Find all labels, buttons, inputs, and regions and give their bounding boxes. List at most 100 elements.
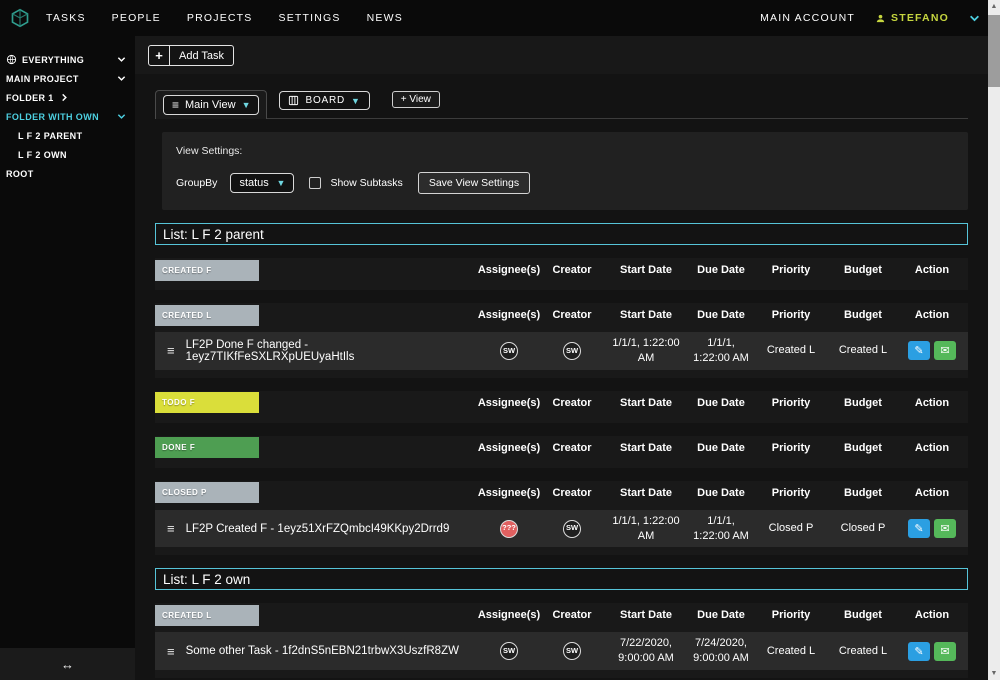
sidebar-item-folder-with-own[interactable]: FOLDER WITH OWN — [0, 107, 135, 126]
column-header-start-date: Start Date — [602, 609, 690, 621]
column-header-assignees: Assignee(s) — [476, 442, 542, 454]
view-settings-panel: View Settings: GroupBy status ▼ Show Sub… — [162, 132, 968, 210]
main-account-link[interactable]: MAIN ACCOUNT — [760, 12, 855, 24]
drag-handle-icon[interactable]: ≡ — [167, 343, 175, 358]
assignee-badge[interactable]: SW — [500, 342, 518, 360]
list-title: List: L F 2 parent — [155, 223, 968, 245]
chevron-down-icon[interactable] — [117, 55, 126, 64]
group-header-row: DONE F Assignee(s) Creator Start Date Du… — [155, 436, 968, 460]
budget-value: Created L — [830, 640, 896, 663]
priority-value: Created L — [752, 640, 830, 663]
add-view-button[interactable]: + View — [392, 91, 440, 108]
chevron-right-icon[interactable] — [60, 93, 69, 102]
board-view-select[interactable]: BOARD ▼ — [279, 91, 369, 110]
budget-value: Closed P — [830, 517, 896, 540]
active-view-tab[interactable]: ≡ Main View ▼ — [155, 90, 267, 119]
group-header-row: CREATED L Assignee(s) Creator Start Date… — [155, 303, 968, 327]
column-header-assignees: Assignee(s) — [476, 487, 542, 499]
sidebar-item-label: L F 2 OWN — [18, 150, 67, 160]
group-status-tag[interactable]: CLOSED P — [155, 482, 259, 503]
groupby-select[interactable]: status ▼ — [230, 173, 294, 193]
column-header-start-date: Start Date — [602, 487, 690, 499]
group-status-tag[interactable]: CREATED F — [155, 260, 259, 281]
project-tree-sidebar: EVERYTHING MAIN PROJECT FOLDER 1 FOLDER … — [0, 36, 135, 680]
sidebar-item-lf2-parent[interactable]: L F 2 PARENT — [0, 126, 135, 145]
scrollbar-up-icon[interactable]: ▲ — [991, 0, 998, 13]
scrollbar-thumb[interactable] — [988, 15, 1000, 87]
assignee-badge[interactable]: SW — [500, 642, 518, 660]
task-title[interactable]: LF2P Created F - 1eyz51XrFZQmbcI49KKpy2D… — [186, 523, 450, 535]
add-task-label: Add Task — [170, 50, 233, 62]
column-header-priority: Priority — [752, 609, 830, 621]
sidebar-resize-toggle[interactable]: ↔ — [0, 648, 135, 680]
sidebar-item-label: L F 2 PARENT — [18, 131, 82, 141]
column-header-budget: Budget — [830, 609, 896, 621]
sidebar-item-root[interactable]: ROOT — [0, 164, 135, 183]
column-header-creator: Creator — [542, 487, 602, 499]
scrollbar-down-icon[interactable]: ▼ — [991, 667, 998, 680]
nav-projects[interactable]: PROJECTS — [187, 12, 253, 24]
mail-task-button[interactable]: ✉ — [934, 519, 956, 538]
save-view-settings-button[interactable]: Save View Settings — [418, 172, 530, 194]
task-row[interactable]: ≡ LF2P Done F changed - 1eyz7TIKfFeSXLRX… — [155, 332, 968, 370]
user-menu[interactable]: STEFANO — [875, 12, 949, 24]
column-header-action: Action — [896, 609, 968, 621]
edit-task-button[interactable]: ✎ — [908, 642, 930, 661]
creator-badge[interactable]: SW — [563, 642, 581, 660]
nav-settings[interactable]: SETTINGS — [279, 12, 341, 24]
due-date-value: 1/1/1, 1:22:00 AM — [690, 332, 752, 370]
group-status-tag[interactable]: CREATED L — [155, 605, 259, 626]
nav-tasks[interactable]: TASKS — [46, 12, 86, 24]
chevron-down-icon[interactable] — [117, 74, 126, 83]
nav-news[interactable]: NEWS — [367, 12, 403, 24]
column-header-budget: Budget — [830, 442, 896, 454]
sidebar-item-lf2-own[interactable]: L F 2 OWN — [0, 145, 135, 164]
nav-people[interactable]: PEOPLE — [112, 12, 161, 24]
column-header-start-date: Start Date — [602, 397, 690, 409]
column-header-creator: Creator — [542, 442, 602, 454]
column-header-due-date: Due Date — [690, 264, 752, 276]
vertical-scrollbar[interactable]: ▲ ▼ — [988, 0, 1000, 680]
creator-badge[interactable]: SW — [563, 342, 581, 360]
edit-task-button[interactable]: ✎ — [908, 341, 930, 360]
show-subtasks-checkbox[interactable] — [309, 177, 321, 189]
main-view-select[interactable]: ≡ Main View ▼ — [163, 95, 259, 115]
column-header-priority: Priority — [752, 487, 830, 499]
main-view-select-value: Main View — [185, 99, 236, 111]
column-header-assignees: Assignee(s) — [476, 309, 542, 321]
view-settings-title: View Settings: — [176, 145, 954, 157]
show-subtasks-label: Show Subtasks — [330, 177, 402, 189]
drag-handle-icon[interactable]: ≡ — [167, 521, 175, 536]
sidebar-item-everything[interactable]: EVERYTHING — [0, 50, 135, 69]
column-header-due-date: Due Date — [690, 487, 752, 499]
top-right-controls: MAIN ACCOUNT STEFANO — [760, 12, 980, 24]
add-task-button[interactable]: + Add Task — [148, 45, 234, 66]
expand-arrows-icon: ↔ — [61, 657, 74, 672]
column-header-action: Action — [896, 264, 968, 276]
mail-task-button[interactable]: ✉ — [934, 642, 956, 661]
column-header-creator: Creator — [542, 309, 602, 321]
sidebar-item-main-project[interactable]: MAIN PROJECT — [0, 69, 135, 88]
groupby-select-value: status — [239, 177, 268, 189]
task-title[interactable]: Some other Task - 1f2dnS5nEBN21trbwX3Usz… — [186, 645, 459, 657]
task-row[interactable]: ≡ Some other Task - 1f2dnS5nEBN21trbwX3U… — [155, 632, 968, 670]
task-row[interactable]: ≡ LF2P Created F - 1eyz51XrFZQmbcI49KKpy… — [155, 510, 968, 548]
task-toolbar: + Add Task — [135, 36, 988, 74]
mail-task-button[interactable]: ✉ — [934, 341, 956, 360]
group-header-row: CREATED F Assignee(s) Creator Start Date… — [155, 258, 968, 282]
account-chevron-down-icon[interactable] — [969, 13, 980, 24]
drag-handle-icon[interactable]: ≡ — [167, 644, 175, 659]
group-status-tag[interactable]: DONE F — [155, 437, 259, 458]
column-header-due-date: Due Date — [690, 397, 752, 409]
group-status-tag[interactable]: TODO F — [155, 392, 259, 413]
sidebar-item-label: EVERYTHING — [22, 55, 84, 65]
chevron-down-icon[interactable] — [117, 112, 126, 121]
assignee-badge[interactable]: ??? — [500, 520, 518, 538]
app-logo-icon[interactable] — [10, 8, 30, 28]
task-title[interactable]: LF2P Done F changed - 1eyz7TIKfFeSXLRXpU… — [186, 339, 476, 363]
group-status-tag[interactable]: CREATED L — [155, 305, 259, 326]
creator-badge[interactable]: SW — [563, 520, 581, 538]
edit-task-button[interactable]: ✎ — [908, 519, 930, 538]
column-header-budget: Budget — [830, 487, 896, 499]
sidebar-item-folder-1[interactable]: FOLDER 1 — [0, 88, 135, 107]
